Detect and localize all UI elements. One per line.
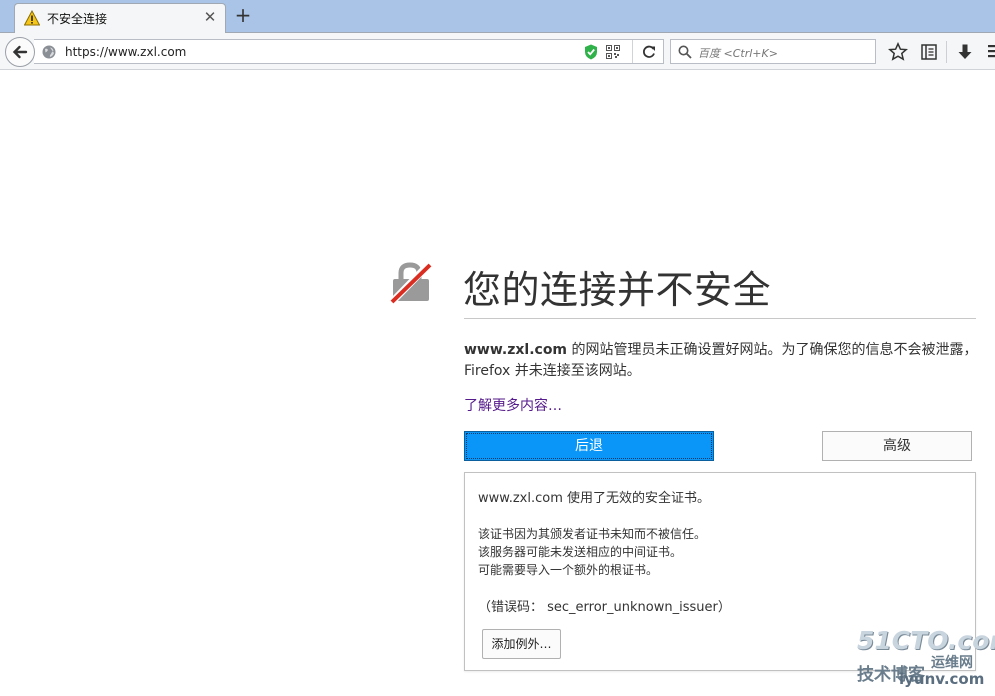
search-icon [678,45,692,59]
qr-code-icon[interactable] [606,45,620,59]
shield-icon[interactable] [584,44,598,60]
url-bar[interactable]: https://www.zxl.com [34,39,664,64]
warning-icon [24,10,40,26]
reload-icon [643,45,655,58]
back-button[interactable] [5,37,35,67]
cert-reason-3: 可能需要导入一个额外的根证书。 [478,563,659,577]
title-divider [464,318,976,319]
advanced-button[interactable]: 高级 [822,431,972,461]
reload-button[interactable] [632,40,662,63]
tab-close-icon[interactable]: ✕ [202,8,218,26]
error-intro: www.zxl.com 的网站管理员未正确设置好网站。为了确保您的信息不会被泄露… [464,340,979,382]
error-code: （错误码： sec_error_unknown_issuer） [478,600,731,615]
download-icon[interactable] [955,42,975,62]
learn-more-link[interactable]: 了解更多内容… [464,395,562,415]
globe-icon[interactable] [42,45,56,59]
menu-button-partial[interactable] [986,41,995,63]
cert-reason-2: 该服务器可能未发送相应的中间证书。 [478,545,683,559]
toolbar-separator [946,41,947,63]
error-title: 您的连接并不安全 [463,268,772,312]
hamburger-menu-icon [988,45,995,58]
broken-lock-icon [389,261,432,305]
intro-host: www.zxl.com [464,342,568,358]
search-bar[interactable]: 百度 <Ctrl+K> [670,39,876,64]
watermark-51cto: 51CTO.com [857,626,995,655]
watermark: 51CTO.com 运维网 技术博客 iyunv.com [855,626,995,692]
new-tab-button[interactable]: + [232,4,254,28]
back-arrow-icon [12,45,28,59]
reading-list-icon[interactable] [919,42,939,62]
tab-title: 不安全连接 [47,12,108,26]
watermark-yunwei: 运维网 [931,655,973,671]
add-exception-button[interactable]: 添加例外… [482,629,561,659]
tab-insecure-connection[interactable]: 不安全连接 ✕ [14,3,226,34]
search-placeholder: 百度 <Ctrl+K> [698,47,778,60]
invalid-cert-message: www.zxl.com 使用了无效的安全证书。 [478,491,710,506]
bookmark-star-icon[interactable] [888,42,908,62]
tab-strip: 不安全连接 ✕ + [0,0,995,34]
nav-bar: https://www.zxl.com 百度 <Ctrl+K> [0,33,995,70]
go-back-button[interactable]: 后退 [464,431,714,461]
watermark-iyunv: iyunv.com [899,670,985,688]
cert-reason-1: 该证书因为其颁发者证书未知而不被信任。 [478,527,707,541]
url-text[interactable]: https://www.zxl.com [65,45,186,59]
